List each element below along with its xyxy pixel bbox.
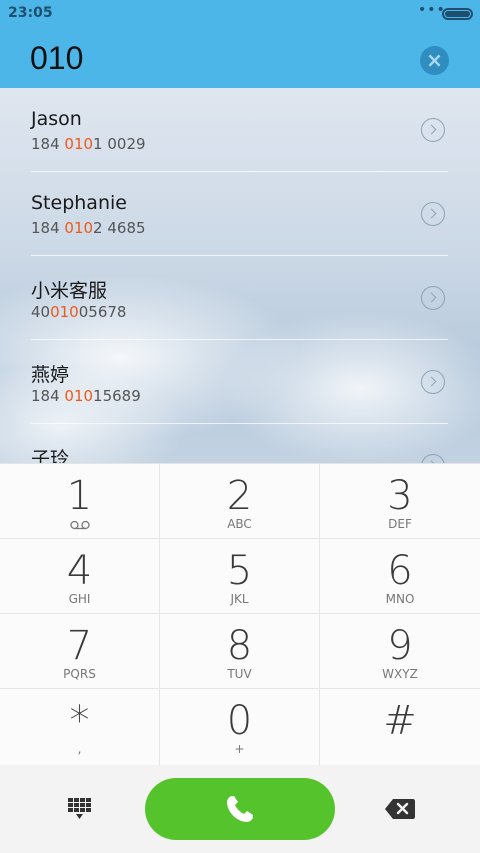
key-3[interactable]: 3 DEF (320, 464, 480, 539)
key-letters: TUV (227, 667, 252, 681)
key-digit: * (69, 698, 90, 744)
contact-number: 184 0101 0029 (31, 135, 146, 153)
contact-number: 184 01015689 (31, 387, 141, 405)
dialer-header: 23:05 ••• 010 × (0, 0, 480, 88)
number-prefix: 184 (31, 135, 65, 153)
status-time: 23:05 (8, 5, 53, 21)
number-suffix: 1 0029 (93, 135, 146, 153)
contact-row[interactable]: Stephanie 184 0102 4685 (0, 172, 480, 256)
dial-keypad: 1 2 ABC 3 DEF 4 GHI 5 JKL 6 MNO 7 PQRS 8… (0, 463, 480, 766)
contact-details-icon[interactable] (421, 370, 445, 394)
key-digit: 7 (66, 623, 93, 669)
key-1[interactable]: 1 (0, 464, 160, 539)
key-digit: 8 (226, 623, 253, 669)
clear-input-button[interactable]: × (420, 46, 449, 75)
key-letters: + (234, 742, 245, 756)
key-digit: 0 (226, 698, 253, 744)
contact-number: 184 0102 4685 (31, 219, 146, 237)
key-letters: JKL (230, 592, 249, 606)
contact-row[interactable]: 燕婷 184 01015689 (0, 340, 480, 424)
voicemail-icon (70, 520, 90, 530)
key-hash[interactable]: # (320, 689, 480, 766)
status-bar: 23:05 ••• (0, 0, 480, 28)
contact-name: 燕婷 (31, 364, 70, 386)
contact-details-icon[interactable] (421, 202, 445, 226)
contact-name: 子玲 (31, 448, 70, 463)
key-letters: MNO (385, 592, 415, 606)
contact-details-icon[interactable] (421, 454, 445, 463)
key-0[interactable]: 0 + (160, 689, 320, 766)
number-match: 010 (64, 135, 94, 153)
key-4[interactable]: 4 GHI (0, 539, 160, 614)
key-letters: GHI (68, 592, 91, 606)
key-digit: 3 (387, 473, 413, 519)
contact-name: 小米客服 (31, 280, 108, 302)
number-suffix: 05678 (78, 303, 127, 321)
call-button[interactable] (145, 778, 335, 840)
key-letters: , (77, 742, 82, 756)
number-suffix: 15689 (93, 387, 141, 405)
number-match: 010 (64, 387, 94, 405)
key-letters: WXYZ (382, 667, 418, 681)
number-match: 010 (64, 219, 94, 237)
contact-name: Jason (31, 108, 82, 130)
key-letters: ABC (227, 517, 252, 531)
key-star[interactable]: * , (0, 689, 160, 766)
key-digit: 2 (226, 473, 253, 519)
number-match: 010 (50, 303, 79, 321)
key-digit: 4 (66, 548, 93, 594)
phone-icon (227, 796, 253, 822)
key-8[interactable]: 8 TUV (160, 614, 320, 689)
number-suffix: 2 4685 (93, 219, 146, 237)
number-prefix: 184 (31, 219, 65, 237)
key-7[interactable]: 7 PQRS (0, 614, 160, 689)
key-digit: # (383, 698, 417, 744)
key-6[interactable]: 6 MNO (320, 539, 480, 614)
key-2[interactable]: 2 ABC (160, 464, 320, 539)
dialed-number-input[interactable]: 010 (30, 40, 83, 77)
key-digit: 6 (387, 548, 413, 594)
contact-row[interactable]: 小米客服 4001005678 (0, 256, 480, 340)
key-letters: PQRS (63, 667, 96, 681)
number-prefix: 40 (31, 303, 51, 321)
key-5[interactable]: 5 JKL (160, 539, 320, 614)
battery-icon (442, 8, 473, 20)
contact-name: Stephanie (31, 192, 127, 214)
dialpad-icon[interactable] (68, 798, 92, 820)
contact-results-list[interactable]: Jason 184 0101 0029 Stephanie 184 0102 4… (0, 88, 480, 463)
number-prefix: 184 (31, 387, 65, 405)
contact-number: 4001005678 (31, 303, 126, 321)
contact-row[interactable]: Jason 184 0101 0029 (0, 88, 480, 172)
key-digit: 9 (387, 623, 413, 669)
contact-details-icon[interactable] (421, 118, 445, 142)
key-digit: 5 (226, 548, 253, 594)
key-letters: DEF (388, 517, 412, 531)
contact-row[interactable]: 子玲 (0, 424, 480, 463)
dialer-actions (0, 765, 480, 853)
key-9[interactable]: 9 WXYZ (320, 614, 480, 689)
backspace-icon[interactable] (385, 799, 415, 819)
key-digit: 1 (66, 473, 93, 519)
contact-details-icon[interactable] (421, 286, 445, 310)
